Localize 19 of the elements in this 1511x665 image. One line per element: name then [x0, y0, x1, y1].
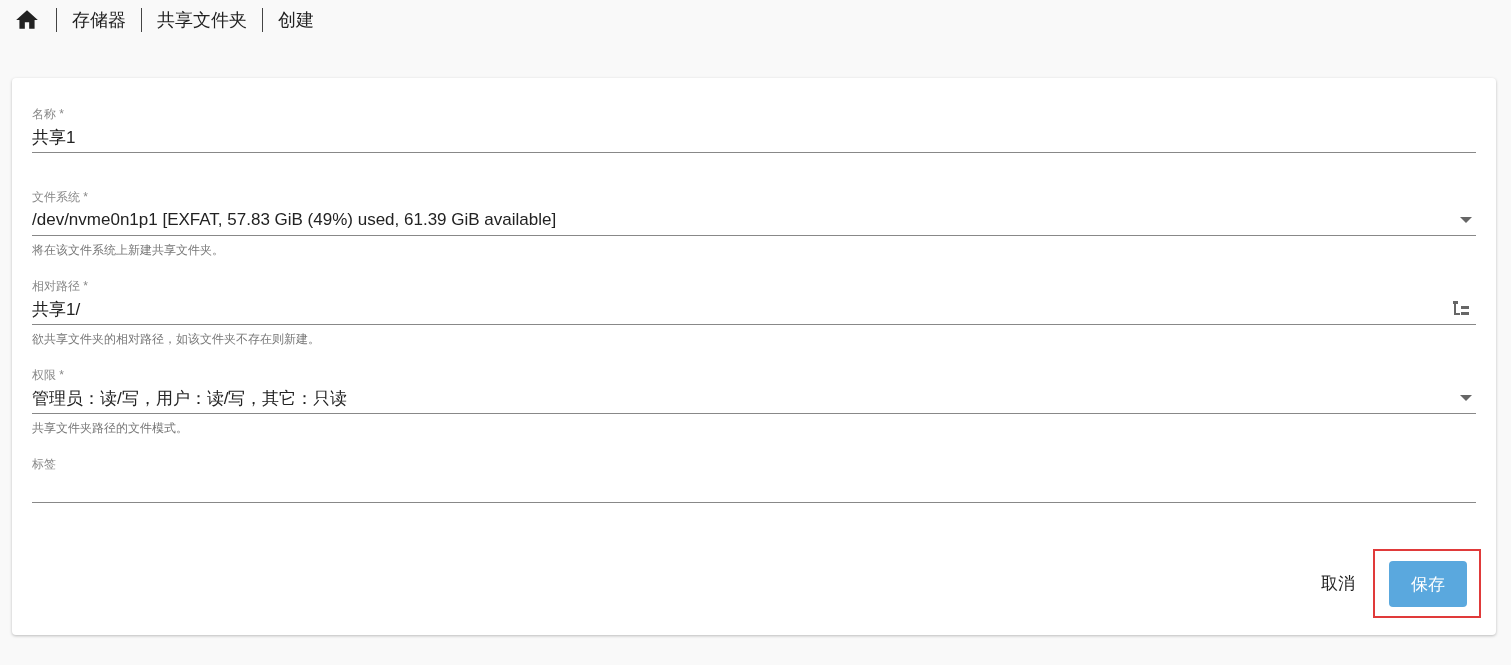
field-hint: 共享文件夹路径的文件模式。	[32, 420, 189, 436]
breadcrumb-link[interactable]: 创建	[278, 8, 314, 32]
cancel-button[interactable]: 取消	[1321, 564, 1355, 603]
tree-icon[interactable]	[1452, 300, 1472, 318]
field-label: 名称 *	[32, 106, 65, 122]
field-label: 标签	[32, 456, 57, 472]
dropdown-field[interactable]: 管理员：读/写，用户：读/写，其它：只读	[32, 383, 1476, 414]
dropdown-field[interactable]: /dev/nvme0n1p1 [EXFAT, 57.83 GiB (49%) used, 61.39 GiB available]	[32, 205, 1476, 236]
field-label: 相对路径 *	[32, 278, 89, 294]
field-label: 权限 *	[32, 367, 65, 383]
dropdown-caret-icon	[1460, 395, 1472, 401]
dropdown-caret-icon	[1460, 217, 1472, 223]
input-field[interactable]: 共享1/	[32, 294, 1476, 325]
field-hint: 欲共享文件夹的相对路径，如该文件夹不存在则新建。	[32, 331, 321, 347]
input-field[interactable]: 共享1	[32, 122, 1476, 153]
breadcrumb-link[interactable]: 存储器	[72, 8, 126, 32]
breadcrumb-link[interactable]: 共享文件夹	[157, 8, 247, 32]
field-hint: 将在该文件系统上新建共享文件夹。	[32, 242, 225, 258]
field-label: 文件系统 *	[32, 189, 89, 205]
